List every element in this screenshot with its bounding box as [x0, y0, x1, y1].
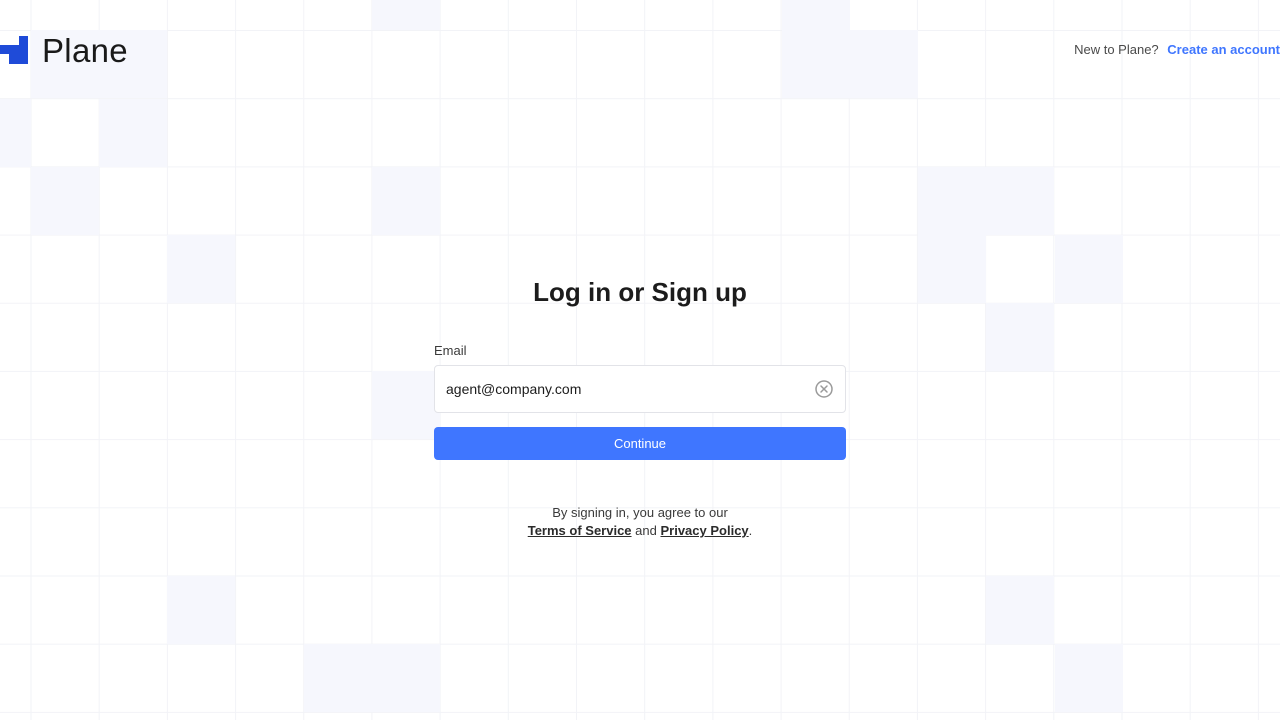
circle-x-icon[interactable] [814, 379, 834, 399]
legal-period: . [748, 523, 753, 538]
legal-links: Terms of Service and Privacy Policy. [434, 522, 846, 540]
legal-prefix: By signing in, you agree to our [552, 505, 728, 520]
signup-prompt-text: New to Plane? [1074, 42, 1159, 57]
page-title: Log in or Sign up [533, 277, 747, 307]
signup-prompt: New to Plane? Create an account [1074, 42, 1280, 57]
privacy-policy-link[interactable]: Privacy Policy [660, 523, 748, 538]
email-label: Email [434, 343, 467, 358]
create-account-link[interactable]: Create an account [1167, 42, 1280, 57]
terms-of-service-link[interactable]: Terms of Service [528, 523, 632, 538]
logo-wordmark: Plane [42, 32, 128, 69]
legal-and: and [635, 523, 657, 538]
legal-notice: By signing in, you agree to our Terms of… [434, 504, 846, 540]
top-header: Plane New to Plane? Create an account [0, 0, 1280, 100]
email-field[interactable] [434, 365, 846, 413]
email-input[interactable] [446, 381, 814, 397]
plane-logo[interactable]: Plane [0, 32, 128, 69]
plane-logo-icon [0, 36, 30, 66]
continue-button[interactable]: Continue [434, 427, 846, 460]
login-form: Log in or Sign up Email Continue By sign… [434, 270, 846, 540]
